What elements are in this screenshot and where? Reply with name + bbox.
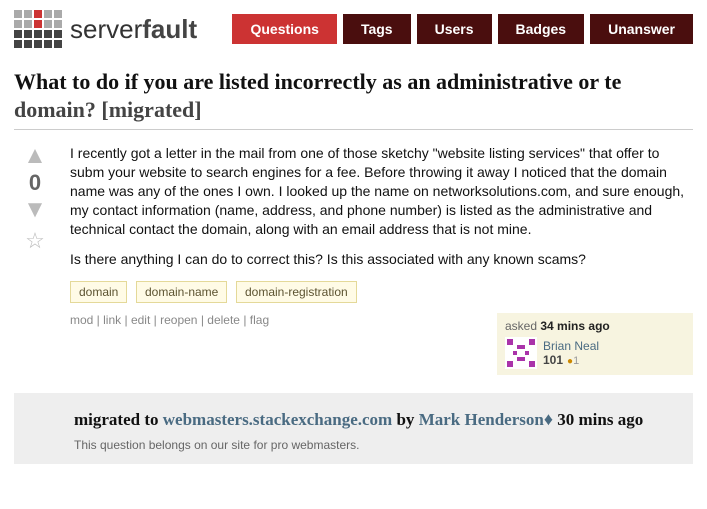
user-rep: 101 xyxy=(543,353,563,367)
tag-list: domain domain-name domain-registration xyxy=(70,281,693,303)
body-paragraph: Is there anything I can do to correct th… xyxy=(70,250,693,269)
logo-icon xyxy=(14,10,62,48)
question-row: ▲ 0 ▼ ☆ I recently got a letter in the m… xyxy=(14,144,693,375)
logo-text: serverfault xyxy=(70,14,197,45)
tag[interactable]: domain xyxy=(70,281,127,303)
avatar[interactable] xyxy=(505,337,537,369)
migrated-site-link[interactable]: webmasters.stackexchange.com xyxy=(163,410,392,429)
site-logo[interactable]: serverfault xyxy=(14,10,197,48)
tag[interactable]: domain-name xyxy=(136,281,227,303)
favorite-button[interactable]: ☆ xyxy=(14,228,56,254)
migrated-notice: migrated to webmasters.stackexchange.com… xyxy=(14,393,693,464)
nav-questions[interactable]: Questions xyxy=(232,14,336,44)
vote-column: ▲ 0 ▼ ☆ xyxy=(14,144,56,375)
bronze-count: 1 xyxy=(573,355,579,367)
header: serverfault Questions Tags Users Badges … xyxy=(0,0,707,54)
content: What to do if you are listed incorrectly… xyxy=(0,54,707,474)
asked-time: 34 mins ago xyxy=(540,319,609,333)
upvote-button[interactable]: ▲ xyxy=(14,144,56,168)
question-body: I recently got a letter in the mail from… xyxy=(70,144,693,375)
vote-score: 0 xyxy=(14,170,56,196)
question-title: What to do if you are listed incorrectly… xyxy=(14,68,693,123)
downvote-button[interactable]: ▼ xyxy=(14,198,56,222)
diamond-icon: ♦ xyxy=(544,409,553,429)
body-paragraph: I recently got a letter in the mail from… xyxy=(70,144,693,238)
nav-badges[interactable]: Badges xyxy=(498,14,585,44)
tag[interactable]: domain-registration xyxy=(236,281,357,303)
main-nav: Questions Tags Users Badges Unanswer xyxy=(232,14,693,44)
user-name[interactable]: Brian Neal xyxy=(543,339,599,353)
migrated-heading: migrated to webmasters.stackexchange.com… xyxy=(74,407,675,432)
nav-unanswered[interactable]: Unanswer xyxy=(590,14,693,44)
nav-users[interactable]: Users xyxy=(417,14,492,44)
nav-tags[interactable]: Tags xyxy=(343,14,411,44)
action-link[interactable]: link xyxy=(103,313,121,327)
action-mod[interactable]: mod xyxy=(70,313,93,327)
title-divider xyxy=(14,129,693,130)
action-delete[interactable]: delete xyxy=(207,313,240,327)
action-flag[interactable]: flag xyxy=(250,313,269,327)
user-card: asked 34 mins ago Brian Neal 101●1 xyxy=(497,313,693,375)
action-edit[interactable]: edit xyxy=(131,313,150,327)
migrated-desc: This question belongs on our site for pr… xyxy=(74,438,675,452)
action-reopen[interactable]: reopen xyxy=(160,313,197,327)
migrated-mod-link[interactable]: Mark Henderson xyxy=(419,410,544,429)
